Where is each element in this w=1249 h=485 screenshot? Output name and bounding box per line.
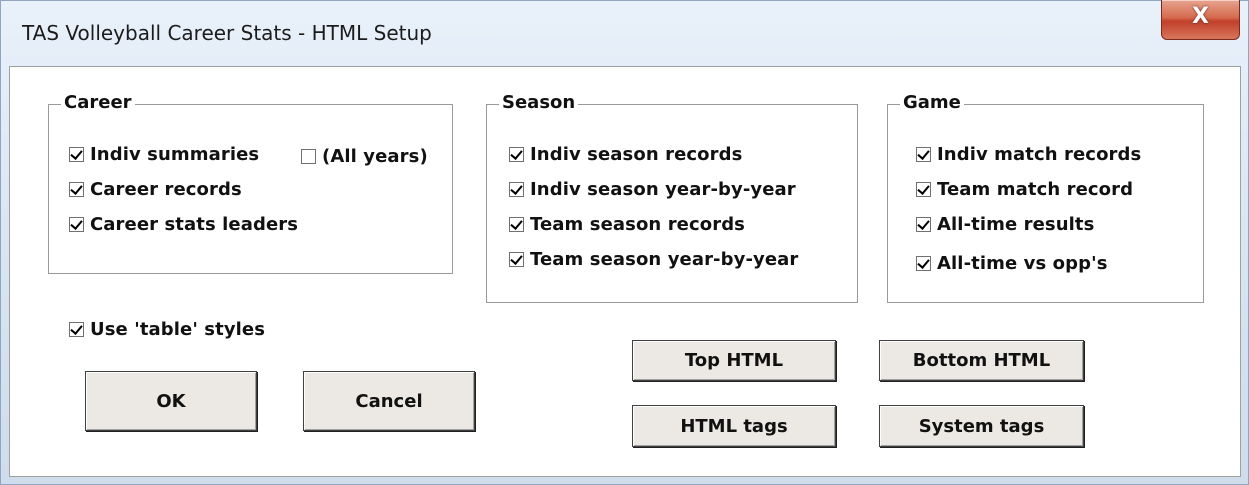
use-table-styles-checkbox-box[interactable] <box>69 321 84 337</box>
indiv-season-year-by-year-label: Indiv season year-by-year <box>530 178 796 200</box>
season-group-label: Season <box>499 92 579 114</box>
team-season-records-label: Team season records <box>530 213 745 235</box>
career-stats-leaders-checkbox[interactable]: Career stats leaders <box>69 212 298 236</box>
dialog-client-area: Career Indiv summaries (All years) Caree… <box>9 66 1241 477</box>
all-time-vs-opps-label: All-time vs opp's <box>937 252 1108 274</box>
season-group: Season Indiv season records Indiv season… <box>486 92 858 303</box>
team-season-year-by-year-checkbox-box[interactable] <box>509 251 524 267</box>
indiv-summaries-checkbox[interactable]: Indiv summaries <box>69 142 259 166</box>
indiv-summaries-checkbox-box[interactable] <box>69 146 84 162</box>
game-group: Game Indiv match records Team match reco… <box>887 92 1204 303</box>
system-tags-button[interactable]: System tags <box>879 405 1084 447</box>
team-match-record-label: Team match record <box>937 178 1134 200</box>
team-season-records-checkbox[interactable]: Team season records <box>509 212 745 236</box>
indiv-season-records-checkbox[interactable]: Indiv season records <box>509 142 742 166</box>
bottom-html-button[interactable]: Bottom HTML <box>879 340 1084 381</box>
indiv-summaries-label: Indiv summaries <box>90 143 260 165</box>
all-years-checkbox[interactable]: (All years) <box>301 144 428 168</box>
indiv-match-records-label: Indiv match records <box>937 143 1142 165</box>
window-title: TAS Volleyball Career Stats - HTML Setup <box>22 21 432 45</box>
career-stats-leaders-label: Career stats leaders <box>90 213 299 235</box>
career-records-label: Career records <box>90 178 242 200</box>
indiv-season-year-by-year-checkbox-box[interactable] <box>509 181 524 197</box>
indiv-season-records-label: Indiv season records <box>530 143 743 165</box>
indiv-match-records-checkbox[interactable]: Indiv match records <box>916 142 1141 166</box>
all-time-results-label: All-time results <box>937 213 1095 235</box>
use-table-styles-checkbox[interactable]: Use 'table' styles <box>69 317 265 341</box>
game-group-label: Game <box>900 92 964 114</box>
indiv-match-records-checkbox-box[interactable] <box>916 146 931 162</box>
use-table-styles-label: Use 'table' styles <box>90 318 266 340</box>
team-match-record-checkbox[interactable]: Team match record <box>916 177 1133 201</box>
career-stats-leaders-checkbox-box[interactable] <box>69 216 84 232</box>
bottom-html-button-label: Bottom HTML <box>912 350 1051 371</box>
team-season-year-by-year-checkbox[interactable]: Team season year-by-year <box>509 247 798 271</box>
title-bar[interactable]: TAS Volleyball Career Stats - HTML Setup… <box>1 0 1249 65</box>
indiv-season-records-checkbox-box[interactable] <box>509 146 524 162</box>
cancel-button[interactable]: Cancel <box>303 371 475 431</box>
top-html-button-label: Top HTML <box>684 350 784 371</box>
all-time-results-checkbox-box[interactable] <box>916 216 931 232</box>
indiv-season-year-by-year-checkbox[interactable]: Indiv season year-by-year <box>509 177 796 201</box>
all-time-vs-opps-checkbox[interactable]: All-time vs opp's <box>916 251 1108 275</box>
top-html-button[interactable]: Top HTML <box>632 340 836 381</box>
career-group-label: Career <box>61 92 135 114</box>
team-season-records-checkbox-box[interactable] <box>509 216 524 232</box>
cancel-button-label: Cancel <box>355 390 423 412</box>
all-years-label: (All years) <box>322 145 428 167</box>
all-years-checkbox-box[interactable] <box>301 148 316 164</box>
dialog-window: TAS Volleyball Career Stats - HTML Setup… <box>0 0 1249 485</box>
html-tags-button[interactable]: HTML tags <box>632 405 836 447</box>
all-time-vs-opps-checkbox-box[interactable] <box>916 255 931 271</box>
team-season-year-by-year-label: Team season year-by-year <box>530 248 799 270</box>
html-tags-button-label: HTML tags <box>680 415 788 437</box>
all-time-results-checkbox[interactable]: All-time results <box>916 212 1094 236</box>
career-records-checkbox[interactable]: Career records <box>69 177 242 201</box>
system-tags-button-label: System tags <box>918 415 1045 437</box>
ok-button-label: OK <box>156 390 186 412</box>
career-group: Career Indiv summaries (All years) Caree… <box>48 92 453 274</box>
close-button[interactable]: X <box>1161 0 1240 40</box>
team-match-record-checkbox-box[interactable] <box>916 181 931 197</box>
ok-button[interactable]: OK <box>85 371 257 431</box>
career-records-checkbox-box[interactable] <box>69 181 84 197</box>
close-icon: X <box>1192 4 1209 29</box>
